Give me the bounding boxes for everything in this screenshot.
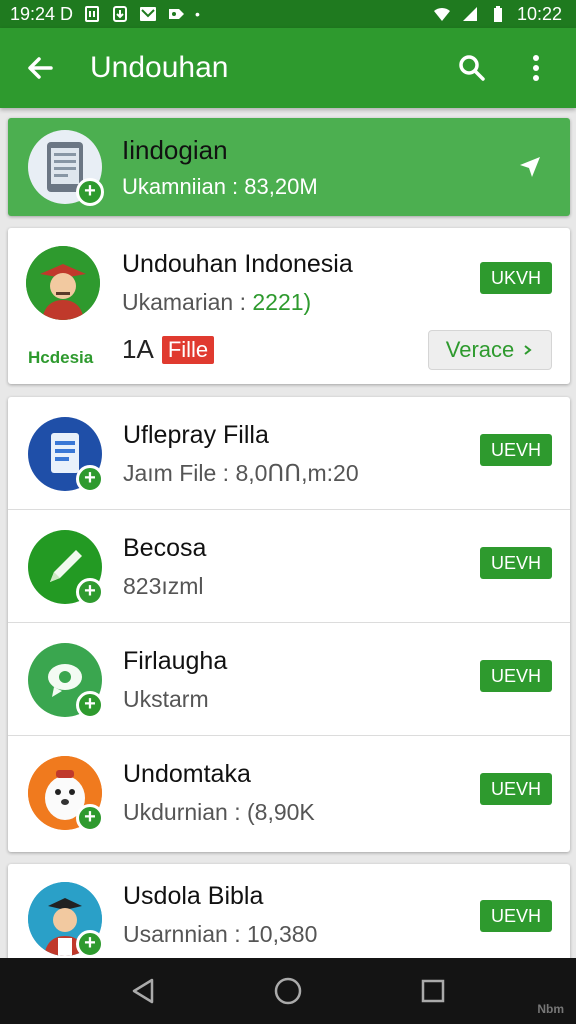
featured-name: Undouhan Indonesia <box>122 250 353 278</box>
system-nav-bar <box>0 958 576 1024</box>
download-button[interactable]: UEVH <box>480 547 552 579</box>
app-card[interactable]: + Usdola Bibla Usarnnian : 10,380 UEVH <box>8 864 570 964</box>
list-item-subtitle: 823ızml <box>123 573 204 599</box>
app-icon-container: + <box>28 643 104 719</box>
indonesian-man-avatar-icon <box>26 246 100 320</box>
download-button[interactable]: UEVH <box>480 434 552 466</box>
app-card-texts: Usdola Bibla Usarnnian : 10,380 <box>123 882 317 948</box>
status-right: 10:22 <box>433 4 562 25</box>
search-button[interactable] <box>448 44 496 92</box>
highlight-name: Iindogian <box>122 134 228 165</box>
list-item-subtitle: Ukstarm <box>123 686 209 712</box>
list-item-texts: Undomtaka Ukdurnian : (8,90K <box>123 760 315 826</box>
list-item[interactable]: + Becosa 823ızml UEVH <box>8 510 570 623</box>
list-item-texts: Firlaugha Ukstarm <box>123 647 227 713</box>
search-icon <box>459 55 485 81</box>
circle-home-icon <box>274 977 302 1005</box>
nav-recents-button[interactable] <box>409 967 457 1015</box>
back-arrow-icon <box>28 57 53 79</box>
download-button[interactable]: UEVH <box>480 660 552 692</box>
signal-icon <box>462 7 477 21</box>
add-badge-icon: + <box>76 578 104 606</box>
wifi-icon <box>433 7 450 21</box>
highlight-subtitle: Ukamniian : 83,20M <box>122 173 318 199</box>
status-time-right: 10:22 <box>516 3 562 24</box>
battery-icon <box>493 6 502 22</box>
list-item-subtitle: Jaım File : 8,0ՈՈ,m:20 <box>123 460 359 486</box>
download-button[interactable]: UEVH <box>480 773 552 805</box>
featured-row: Undouhan Indonesia Ukamarian : 2221) <box>26 246 353 320</box>
download-button[interactable]: UEVH <box>480 900 552 932</box>
list-item-subtitle: Ukdurnian : (8,90K <box>123 799 315 825</box>
triangle-back-icon <box>132 978 153 1004</box>
file-count-number: 1A <box>122 334 154 364</box>
file-tag: Fille <box>161 335 215 364</box>
download-notification-icon <box>113 6 128 22</box>
add-badge-icon: + <box>76 178 104 206</box>
app-icon-container: + <box>28 756 104 832</box>
send-button[interactable] <box>510 147 550 187</box>
featured-texts: Undouhan Indonesia Ukamarian : 2221) <box>122 250 353 316</box>
add-badge-icon: + <box>76 930 104 958</box>
version-button[interactable]: Verace <box>428 330 552 370</box>
status-time-left: 19:24 D <box>10 3 74 24</box>
mail-notification-icon <box>140 7 157 21</box>
more-vert-icon <box>533 55 539 81</box>
list-item-name: Firlaugha <box>123 647 228 675</box>
add-badge-icon: + <box>76 691 104 719</box>
featured-caption: Hcdesia <box>28 348 94 367</box>
status-left: 19:24 D • <box>10 4 200 25</box>
tag-notification-icon <box>169 9 185 19</box>
notification-dot-icon: • <box>195 6 200 22</box>
add-badge-icon: + <box>76 465 104 493</box>
app-card-subtitle: Usarnnian : 10,380 <box>123 921 318 947</box>
watermark: Nbm <box>537 1002 564 1016</box>
featured-download-button[interactable]: UKVH <box>480 262 552 294</box>
list-item-name: Becosa <box>123 534 207 562</box>
app-list-card: + Uflepray Filla Jaım File : 8,0ՈՈ,m:20 … <box>8 397 570 852</box>
square-recents-icon <box>422 979 445 1003</box>
file-count: 1A Fille <box>122 334 215 365</box>
page-title: Undouhan <box>90 51 229 84</box>
app-icon-container: + <box>28 530 104 606</box>
nav-back-button[interactable] <box>119 967 167 1015</box>
featured-subtitle-label: Ukamarian : <box>122 289 253 315</box>
add-badge-icon: + <box>76 804 104 832</box>
app-icon-container: + <box>28 882 104 958</box>
app-card-name: Usdola Bibla <box>123 882 264 910</box>
featured-subtitle-value: 2221) <box>252 289 312 315</box>
send-arrow-icon <box>520 157 540 177</box>
list-item-texts: Becosa 823ızml <box>123 534 206 600</box>
app-icon-container: + <box>28 130 104 206</box>
featured-app-card[interactable]: Undouhan Indonesia Ukamarian : 2221) UKV… <box>8 228 570 384</box>
sim-card-icon <box>85 6 100 22</box>
status-bar: 19:24 D • 10:22 <box>0 0 576 28</box>
list-item[interactable]: + Firlaugha Ukstarm UEVH <box>8 623 570 736</box>
more-options-button[interactable] <box>512 44 560 92</box>
chevron-right-icon <box>524 345 532 355</box>
highlight-texts: Iindogian Ukamniian : 83,20M <box>122 135 510 200</box>
back-button[interactable] <box>16 44 64 92</box>
list-item[interactable]: + Undomtaka Ukdurnian : (8,90K UEVH <box>8 736 570 849</box>
list-item-name: Uflepray Filla <box>123 421 269 449</box>
list-item-name: Undomtaka <box>123 760 251 788</box>
app-bar: Undouhan <box>0 28 576 108</box>
highlighted-download-card[interactable]: + Iindogian Ukamniian : 83,20M <box>8 118 570 216</box>
list-item-texts: Uflepray Filla Jaım File : 8,0ՈՈ,m:20 <box>123 421 359 487</box>
list-item[interactable]: + Uflepray Filla Jaım File : 8,0ՈՈ,m:20 … <box>8 397 570 510</box>
featured-subtitle: Ukamarian : 2221) <box>122 289 353 316</box>
nav-home-button[interactable] <box>264 967 312 1015</box>
app-icon-container: + <box>28 417 104 493</box>
version-button-label: Verace <box>445 337 515 362</box>
